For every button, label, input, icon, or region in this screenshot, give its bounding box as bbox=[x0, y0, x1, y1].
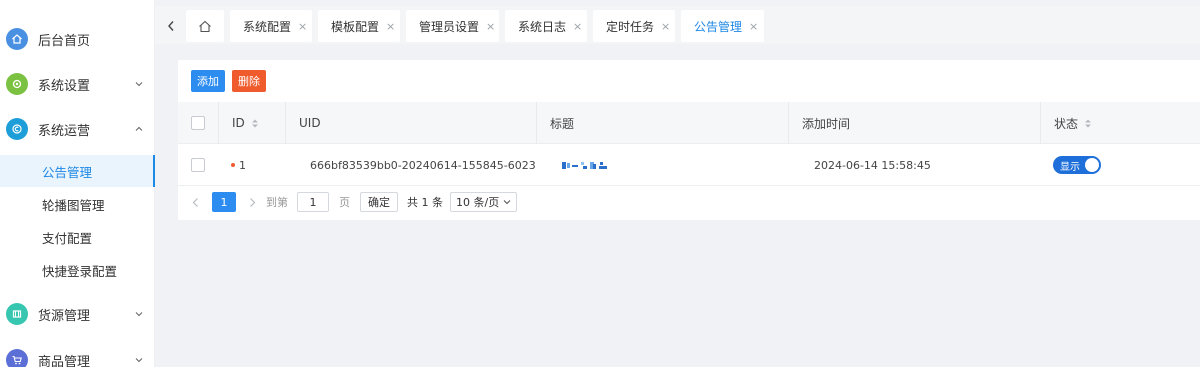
tab-home[interactable] bbox=[186, 10, 224, 42]
toggle-label: 显示 bbox=[1060, 161, 1080, 173]
tab-announcement[interactable]: 公告管理 × bbox=[681, 10, 764, 42]
sort-icon[interactable] bbox=[251, 118, 259, 129]
home-icon bbox=[199, 20, 211, 32]
tab-bar: 系统配置 × 模板配置 × 管理员设置 × 系统日志 × 定时任务 × 公告管理… bbox=[155, 6, 1200, 44]
total-count: 共 1 条 bbox=[407, 196, 443, 209]
chevron-down-icon bbox=[135, 312, 143, 317]
row-status-cell: 显示 bbox=[1053, 144, 1193, 186]
row-title-cell bbox=[562, 144, 788, 186]
column-header-title: 标题 bbox=[536, 102, 788, 144]
column-label: 状态 bbox=[1054, 116, 1079, 131]
menu-label: 商品管理 bbox=[38, 354, 91, 367]
title-thumbnail-image bbox=[562, 162, 607, 169]
tab-scheduled-tasks[interactable]: 定时任务 × bbox=[593, 10, 675, 42]
gear-icon bbox=[6, 73, 28, 95]
select-all-checkbox[interactable] bbox=[191, 116, 205, 130]
goto-page-input[interactable] bbox=[297, 192, 329, 212]
submenu-item-carousel[interactable]: 轮播图管理 bbox=[0, 188, 155, 220]
submenu-item-payment[interactable]: 支付配置 bbox=[0, 221, 155, 253]
table-header: ID UID 标题 添加时间 状态 bbox=[178, 102, 1200, 144]
column-header-add-time: 添加时间 bbox=[788, 102, 1040, 144]
chevron-down-icon bbox=[503, 200, 511, 205]
page-size-value: 10 条/页 bbox=[456, 196, 500, 209]
menu-item-system-settings[interactable]: 系统设置 bbox=[0, 66, 155, 102]
page-size-select[interactable]: 10 条/页 bbox=[450, 192, 518, 212]
close-icon[interactable]: × bbox=[573, 20, 582, 33]
chevron-left-icon bbox=[168, 21, 174, 31]
row-uid-cell: 666bf83539bb0-20240614-155845-6023 bbox=[310, 158, 536, 172]
tab-scroll-left-button[interactable] bbox=[161, 10, 181, 42]
tab-system-config[interactable]: 系统配置 × bbox=[230, 10, 312, 42]
menu-item-dashboard[interactable]: 后台首页 bbox=[0, 21, 155, 57]
row-select-cell bbox=[191, 144, 219, 186]
next-page-button[interactable] bbox=[244, 192, 260, 212]
tab-label: 管理员设置 bbox=[419, 19, 480, 34]
content-card: 添加 删除 ID UID 标题 添加时间 状态 1 666bf83539bb0-… bbox=[178, 60, 1200, 220]
submenu-item-announcement[interactable]: 公告管理 bbox=[0, 155, 155, 187]
column-header-uid: UID bbox=[285, 102, 536, 144]
cart-icon bbox=[6, 349, 28, 367]
row-add-time-cell: 2024-06-14 15:58:45 bbox=[814, 158, 931, 172]
toggle-knob bbox=[1085, 158, 1099, 172]
status-toggle[interactable]: 显示 bbox=[1053, 156, 1101, 174]
table-row: 1 666bf83539bb0-20240614-155845-6023 202… bbox=[178, 144, 1200, 186]
row-id-cell: 1 bbox=[231, 144, 285, 186]
add-button[interactable]: 添加 bbox=[191, 70, 225, 92]
home-icon bbox=[6, 28, 28, 50]
tab-template-config[interactable]: 模板配置 × bbox=[318, 10, 400, 42]
close-icon[interactable]: × bbox=[486, 20, 495, 33]
menu-label: 货源管理 bbox=[38, 308, 91, 324]
close-icon[interactable]: × bbox=[386, 20, 395, 33]
row-checkbox[interactable] bbox=[191, 158, 205, 172]
chevron-right-icon bbox=[249, 197, 255, 207]
menu-label: 系统设置 bbox=[38, 78, 91, 94]
app: 后台首页 系统设置 系统运营 公告管理 轮播图管理 支付配置 快捷登录配置 货源… bbox=[0, 0, 1200, 367]
sort-icon[interactable] bbox=[1084, 118, 1092, 129]
tab-system-log[interactable]: 系统日志 × bbox=[505, 10, 587, 42]
tab-label: 模板配置 bbox=[331, 19, 380, 34]
menu-item-supply[interactable]: 货源管理 bbox=[0, 296, 155, 332]
column-label: ID bbox=[232, 116, 245, 130]
row-id: 1 bbox=[239, 158, 246, 172]
chevron-left-icon bbox=[192, 197, 198, 207]
sidebar: 后台首页 系统设置 系统运营 公告管理 轮播图管理 支付配置 快捷登录配置 货源… bbox=[0, 0, 155, 367]
page-unit-label: 页 bbox=[339, 196, 350, 209]
pagination: 1 到第 页 确定 共 1 条 10 条/页 bbox=[178, 189, 1200, 215]
tab-label: 定时任务 bbox=[606, 19, 655, 34]
tab-label: 系统配置 bbox=[243, 19, 292, 34]
supply-icon bbox=[6, 303, 28, 325]
close-icon[interactable]: × bbox=[749, 20, 758, 33]
prev-page-button[interactable] bbox=[187, 192, 203, 212]
tab-admin-settings[interactable]: 管理员设置 × bbox=[406, 10, 499, 42]
column-header-status[interactable]: 状态 bbox=[1040, 102, 1200, 144]
close-icon[interactable]: × bbox=[298, 20, 307, 33]
delete-button[interactable]: 删除 bbox=[232, 70, 266, 92]
submenu-item-quick-login[interactable]: 快捷登录配置 bbox=[0, 254, 155, 286]
operation-icon bbox=[6, 118, 28, 140]
chevron-up-icon bbox=[135, 126, 143, 131]
menu-label: 后台首页 bbox=[38, 33, 91, 49]
select-all-cell bbox=[191, 102, 219, 144]
menu-item-products[interactable]: 商品管理 bbox=[0, 342, 155, 367]
new-indicator-dot bbox=[231, 163, 235, 167]
column-header-id[interactable]: ID bbox=[218, 102, 285, 144]
chevron-down-icon bbox=[135, 358, 143, 363]
tab-label: 系统日志 bbox=[518, 19, 567, 34]
goto-confirm-button[interactable]: 确定 bbox=[360, 192, 398, 212]
close-icon[interactable]: × bbox=[661, 20, 670, 33]
chevron-down-icon bbox=[135, 82, 143, 87]
menu-label: 系统运营 bbox=[38, 123, 91, 139]
tab-label: 公告管理 bbox=[694, 19, 743, 34]
page-number-current[interactable]: 1 bbox=[212, 192, 236, 212]
menu-item-system-operation[interactable]: 系统运营 bbox=[0, 111, 155, 147]
goto-label: 到第 bbox=[266, 196, 288, 209]
